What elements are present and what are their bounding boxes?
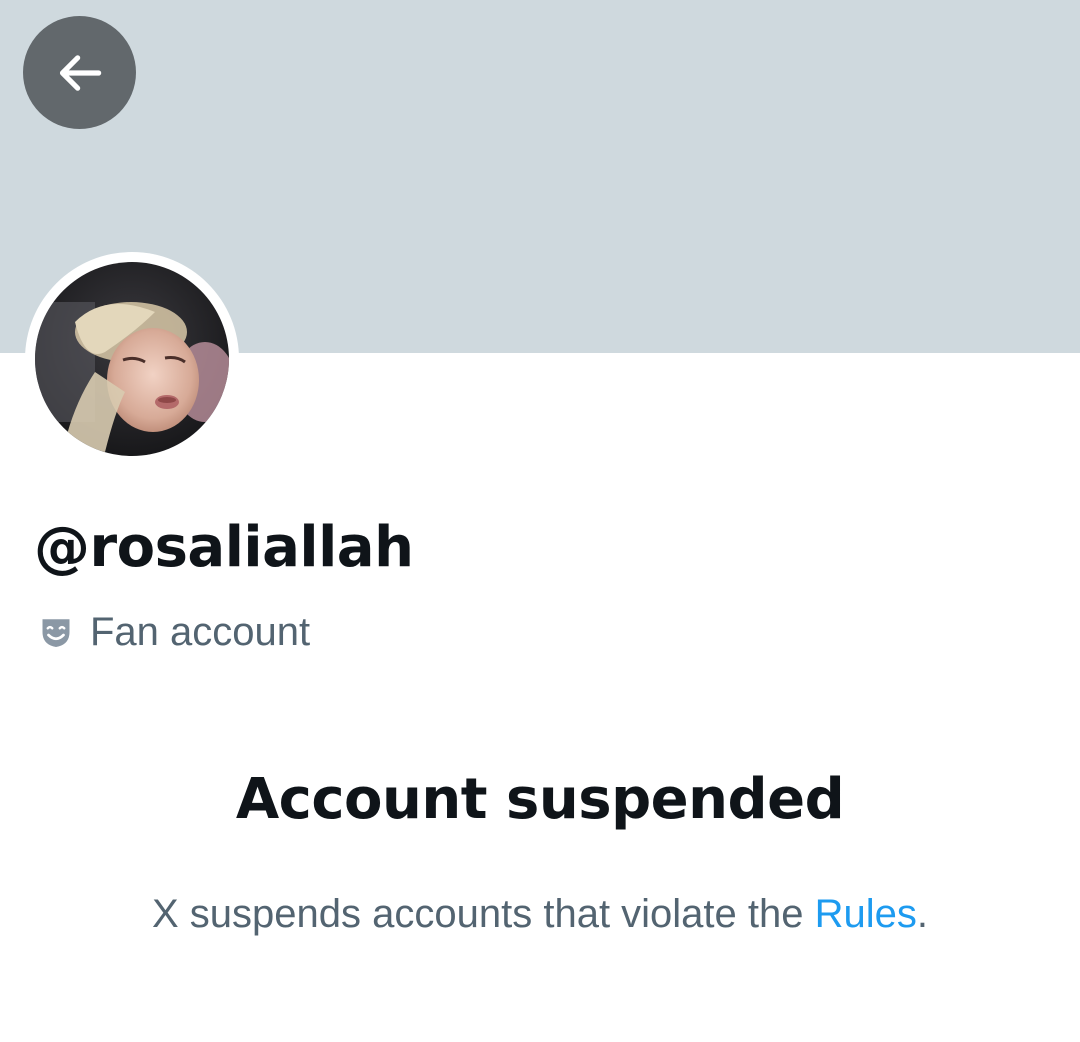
affiliation-label: Fan account [38,608,310,656]
theater-masks-icon [42,619,70,647]
rules-link[interactable]: Rules [815,892,917,936]
suspension-title: Account suspended [235,767,845,832]
avatar-image [35,262,229,456]
back-button[interactable] [23,16,136,129]
suspension-note-suffix: . [916,892,929,936]
suspension-note-prefix: X suspends accounts that violate the [151,892,815,936]
suspension-note: X suspends accounts that violate the Rul… [0,888,1080,940]
affiliation-label-text: Fan account [90,610,311,654]
avatar[interactable] [25,252,239,466]
profile-handle: @rosaliallah [34,515,414,580]
arrow-left-icon [59,54,101,91]
profile-page: @rosaliallah Fan account Account suspend… [0,0,1080,1042]
